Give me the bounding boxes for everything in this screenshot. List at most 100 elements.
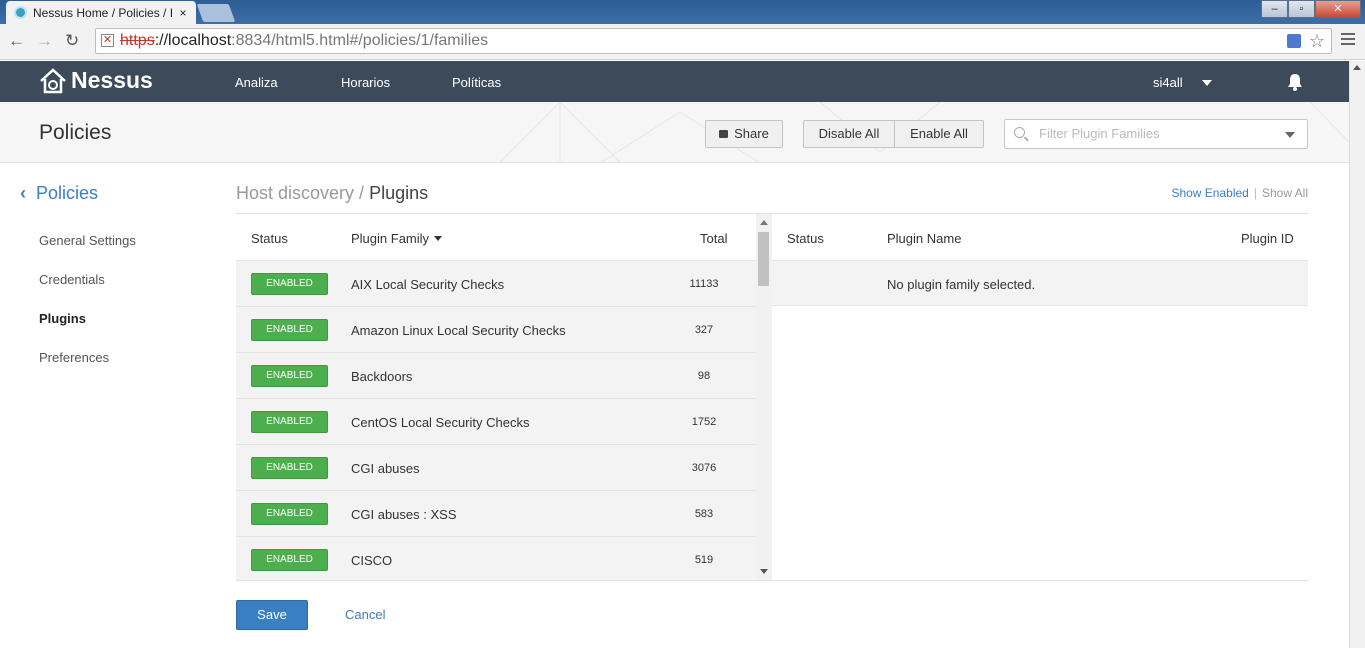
filter-dropdown-caret-icon[interactable]	[1285, 132, 1295, 138]
url-host: ://localhost	[154, 32, 232, 49]
browser-titlebar: Nessus Home / Policies / I × – ▫ ✕	[0, 0, 1365, 24]
user-dropdown-caret-icon[interactable]	[1202, 80, 1212, 86]
sidebar-item-credentials[interactable]: Credentials	[39, 272, 105, 287]
family-name: AIX Local Security Checks	[351, 277, 505, 292]
enable-all-button[interactable]: Enable All	[894, 120, 984, 148]
scrollbar-thumb[interactable]	[758, 232, 769, 286]
nessus-favicon-icon	[14, 6, 27, 19]
family-total: 11133	[689, 278, 719, 290]
family-name: CGI abuses	[351, 461, 420, 476]
save-button[interactable]: Save	[236, 600, 308, 630]
scroll-up-icon[interactable]	[760, 220, 768, 225]
nav-analiza[interactable]: Analiza	[235, 75, 278, 90]
sort-desc-icon	[434, 236, 443, 241]
nav-politicas[interactable]: Políticas	[452, 75, 501, 90]
window-controls: – ▫ ✕	[1261, 0, 1361, 18]
back-icon[interactable]: ←	[8, 31, 25, 51]
family-name: CGI abuses : XSS	[351, 507, 457, 522]
family-name: CentOS Local Security Checks	[351, 415, 530, 430]
column-header-plugin-id[interactable]: Plugin ID	[1241, 231, 1294, 246]
url-scheme: https	[120, 32, 155, 49]
translate-icon[interactable]	[1287, 34, 1301, 48]
family-total: 519	[694, 554, 714, 566]
link-separator: |	[1253, 186, 1257, 200]
breadcrumb: Host discovery / Plugins	[236, 183, 428, 204]
breadcrumb-parent[interactable]: Host discovery /	[236, 183, 364, 203]
disable-all-button[interactable]: Disable All	[803, 120, 895, 148]
table-row[interactable]: ENABLED CGI abuses : XSS 583	[236, 490, 756, 536]
family-name: CISCO	[351, 553, 393, 568]
status-badge[interactable]: ENABLED	[251, 503, 328, 525]
url-bar[interactable]: ✕ https://localhost:8834/html5.html#/pol…	[95, 28, 1332, 54]
family-rows: ENABLED AIX Local Security Checks 11133 …	[236, 260, 756, 580]
column-header-plugin-status[interactable]: Status	[787, 231, 824, 246]
column-header-plugin-family[interactable]: Plugin Family	[351, 231, 443, 246]
status-badge[interactable]: ENABLED	[251, 319, 328, 341]
minimize-button[interactable]: –	[1261, 0, 1288, 18]
show-enabled-link[interactable]: Show Enabled	[1171, 186, 1248, 200]
status-badge[interactable]: ENABLED	[251, 365, 328, 387]
maximize-button[interactable]: ▫	[1288, 0, 1315, 18]
lock-icon	[719, 130, 729, 138]
app-header: Nessus Analiza Horarios Políticas si4all	[0, 61, 1349, 102]
sidebar-item-plugins[interactable]: Plugins	[39, 311, 86, 326]
table-row[interactable]: ENABLED CGI abuses 3076	[236, 444, 756, 490]
filter-input[interactable]	[1039, 126, 1269, 141]
notifications-bell-icon[interactable]	[1287, 73, 1303, 91]
plugin-families-table: Status Plugin Family Total ENABLED AIX L…	[236, 214, 756, 580]
show-all-link[interactable]: Show All	[1262, 186, 1308, 200]
scroll-up-icon[interactable]	[1353, 65, 1361, 70]
browser-toolbar: ← → ↻ ✕ https://localhost:8834/html5.htm…	[0, 24, 1365, 60]
share-button[interactable]: Share	[705, 120, 783, 148]
column-header-status[interactable]: Status	[251, 231, 288, 246]
share-label: Share	[734, 126, 769, 141]
family-name: Amazon Linux Local Security Checks	[351, 323, 566, 338]
scroll-down-icon[interactable]	[760, 569, 768, 574]
table-row[interactable]: ENABLED Backdoors 98	[236, 352, 756, 398]
column-header-total[interactable]: Total	[700, 231, 727, 246]
empty-message: No plugin family selected.	[887, 277, 1036, 292]
families-scrollbar[interactable]	[756, 214, 772, 580]
nessus-logo[interactable]: Nessus	[39, 67, 153, 94]
sidebar-back-link[interactable]: ‹ Policies	[20, 183, 98, 204]
status-badge[interactable]: ENABLED	[251, 411, 328, 433]
chevron-left-icon: ‹	[20, 183, 26, 203]
tab-title: Nessus Home / Policies / I	[33, 5, 174, 20]
sidebar-item-general-settings[interactable]: General Settings	[39, 233, 136, 248]
table-row[interactable]: ENABLED Amazon Linux Local Security Chec…	[236, 306, 756, 352]
nav-horarios[interactable]: Horarios	[341, 75, 390, 90]
nessus-house-icon	[40, 67, 66, 93]
policies-header: Policies Share Disable All Enable All	[0, 102, 1349, 163]
logo-text: Nessus	[71, 67, 153, 93]
browser-tab[interactable]: Nessus Home / Policies / I ×	[6, 1, 196, 24]
search-icon	[1014, 127, 1025, 138]
new-tab-button[interactable]	[196, 4, 236, 22]
plugin-family-header-label: Plugin Family	[351, 231, 430, 246]
forward-icon[interactable]: →	[36, 31, 53, 51]
family-total: 98	[697, 370, 711, 382]
user-menu[interactable]: si4all	[1153, 75, 1183, 90]
table-row[interactable]: ENABLED CentOS Local Security Checks 175…	[236, 398, 756, 444]
plugins-tables: Status Plugin Family Total ENABLED AIX L…	[236, 213, 1308, 581]
breadcrumb-current: Plugins	[369, 183, 429, 203]
url-path: :8834/html5.html#/policies/1/families	[231, 32, 489, 49]
cancel-link[interactable]: Cancel	[345, 607, 385, 622]
page-scrollbar[interactable]	[1349, 61, 1365, 648]
browser-menu-icon[interactable]	[1341, 33, 1355, 48]
show-filter-links: Show Enabled | Show All	[1171, 186, 1308, 200]
status-badge[interactable]: ENABLED	[251, 457, 328, 479]
reload-icon[interactable]: ↻	[65, 31, 79, 51]
insecure-lock-icon: ✕	[101, 34, 114, 47]
sidebar-item-preferences[interactable]: Preferences	[39, 350, 109, 365]
filter-plugin-families[interactable]	[1004, 119, 1308, 149]
tab-close-icon[interactable]: ×	[176, 6, 190, 20]
bookmark-star-icon[interactable]: ☆	[1309, 29, 1325, 53]
table-row[interactable]: ENABLED AIX Local Security Checks 11133	[236, 260, 756, 306]
close-window-button[interactable]: ✕	[1315, 0, 1361, 18]
family-total: 3076	[691, 462, 717, 474]
column-header-plugin-name[interactable]: Plugin Name	[887, 231, 961, 246]
status-badge[interactable]: ENABLED	[251, 549, 328, 571]
family-name: Backdoors	[351, 369, 413, 384]
table-row[interactable]: ENABLED CISCO 519	[236, 536, 756, 580]
status-badge[interactable]: ENABLED	[251, 273, 328, 295]
